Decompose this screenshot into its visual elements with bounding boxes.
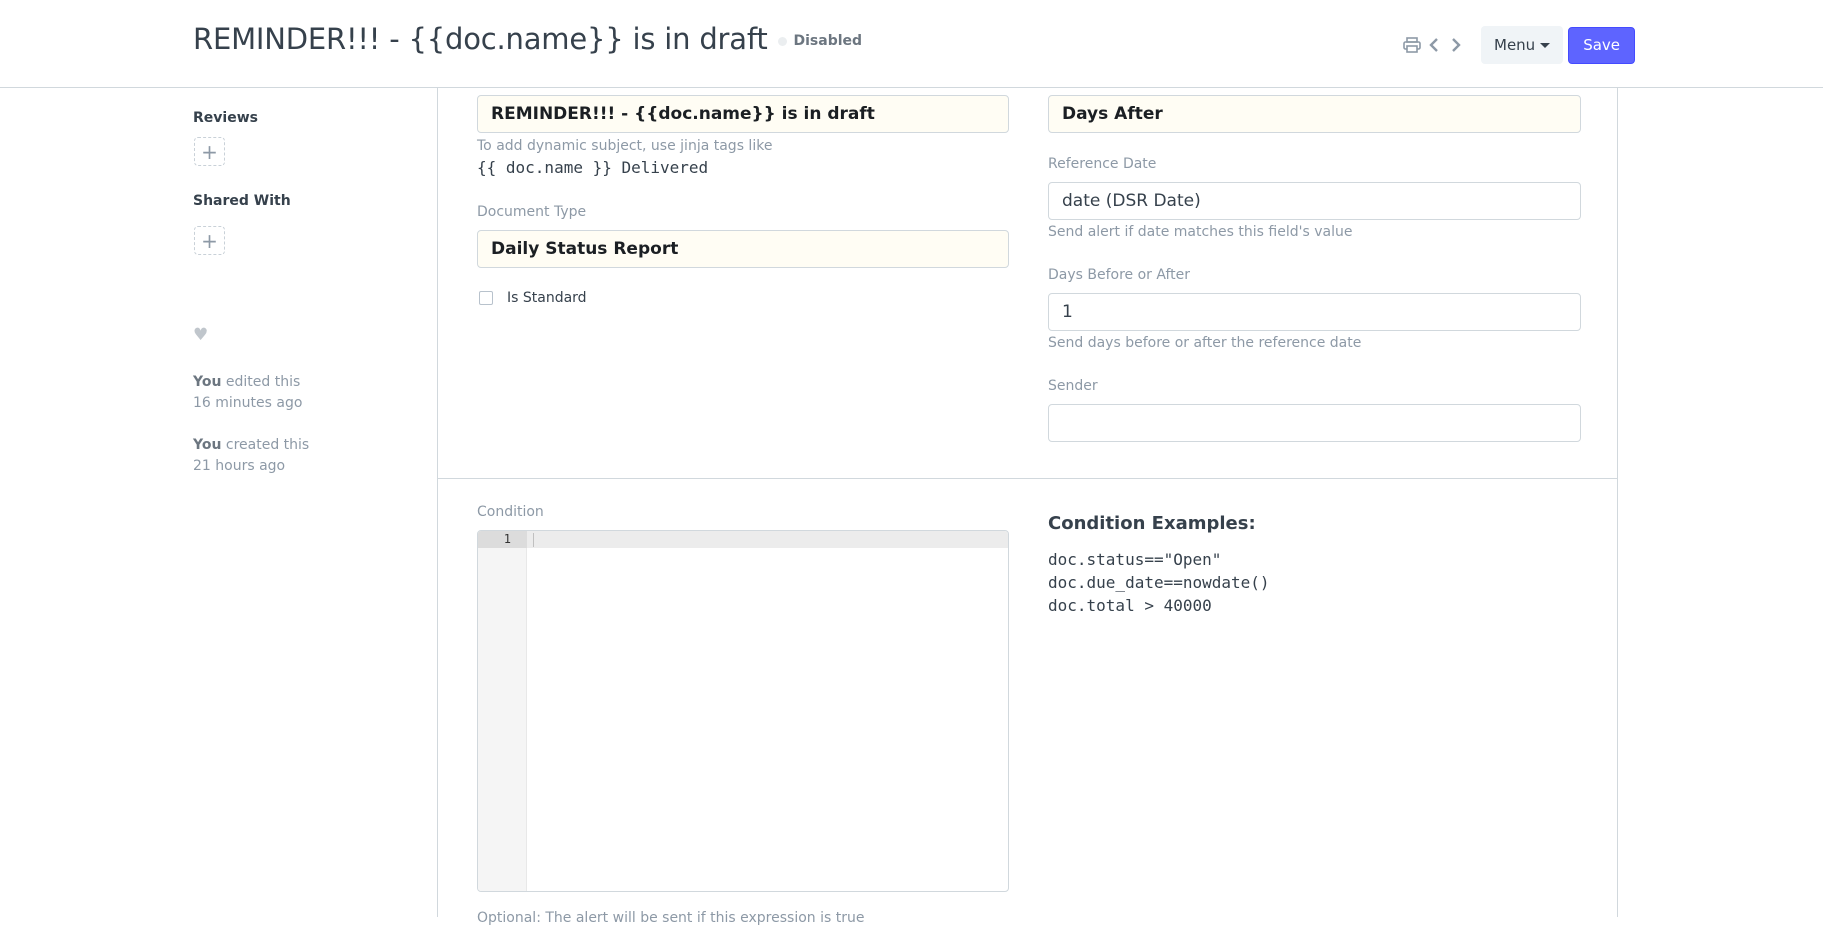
plus-icon: + xyxy=(201,139,218,164)
is-standard-field: Is Standard xyxy=(479,290,587,306)
condition-label: Condition xyxy=(477,504,544,520)
days-before-after-label: Days Before or After xyxy=(1048,267,1191,283)
timeline-item: You edited this 16 minutes ago xyxy=(193,372,393,414)
sender-label: Sender xyxy=(1048,378,1098,394)
page-title: REMINDER!!! - {{doc.name}} is in draft xyxy=(193,22,768,56)
timeline-actor: You xyxy=(193,374,222,390)
save-button[interactable]: Save xyxy=(1568,26,1636,64)
chevron-right-icon[interactable] xyxy=(1445,27,1467,63)
print-icon[interactable] xyxy=(1401,27,1423,63)
timeline-action: created this xyxy=(221,437,310,453)
header-actions: Menu Save xyxy=(1401,26,1636,64)
status-text: Disabled xyxy=(793,33,863,49)
is-standard-checkbox[interactable] xyxy=(479,291,493,305)
timeline-action: edited this xyxy=(221,374,301,390)
add-share-button[interactable]: + xyxy=(194,226,225,255)
subject-input[interactable]: REMINDER!!! - {{doc.name}} is in draft xyxy=(477,95,1009,133)
section-divider xyxy=(438,478,1617,479)
sender-input[interactable] xyxy=(1048,404,1581,442)
add-review-button[interactable]: + xyxy=(194,137,225,166)
example-line: doc.due_date==nowdate() xyxy=(1048,573,1270,592)
reference-date-help: Send alert if date matches this field's … xyxy=(1048,224,1353,240)
subject-example: {{ doc.name }} Delivered xyxy=(477,158,709,177)
editor-gutter xyxy=(478,531,527,891)
condition-code-editor[interactable]: 1 xyxy=(477,530,1009,892)
example-line: doc.total > 40000 xyxy=(1048,596,1212,615)
condition-examples-code: doc.status=="Open" doc.due_date==nowdate… xyxy=(1048,548,1270,617)
subject-help: To add dynamic subject, use jinja tags l… xyxy=(477,138,773,154)
status-dot xyxy=(777,36,787,46)
condition-examples-title: Condition Examples: xyxy=(1048,513,1256,534)
timeline-actor: You xyxy=(193,437,222,453)
page-header: REMINDER!!! - {{doc.name}} is in draft D… xyxy=(0,0,1823,88)
timeline-item: You created this 21 hours ago xyxy=(193,435,393,477)
line-number: 1 xyxy=(503,532,511,546)
reviews-label: Reviews xyxy=(193,110,258,126)
menu-button[interactable]: Menu xyxy=(1481,26,1564,64)
condition-help: Optional: The alert will be sent if this… xyxy=(477,910,865,926)
status-indicator: Disabled xyxy=(777,33,863,49)
editor-cursor xyxy=(533,533,534,547)
menu-button-label: Menu xyxy=(1494,36,1536,54)
title-area: REMINDER!!! - {{doc.name}} is in draft D… xyxy=(193,22,862,56)
save-button-label: Save xyxy=(1583,36,1621,54)
shared-with-label: Shared With xyxy=(193,193,291,209)
caret-down-icon xyxy=(1540,42,1551,48)
plus-icon: + xyxy=(201,228,218,253)
document-type-label: Document Type xyxy=(477,204,587,220)
heart-icon[interactable]: ♥ xyxy=(193,325,208,345)
is-standard-label: Is Standard xyxy=(507,290,587,306)
document-type-input[interactable]: Daily Status Report xyxy=(477,230,1009,268)
send-alert-on-select[interactable]: Days After xyxy=(1048,95,1581,133)
form-layout: REMINDER!!! - {{doc.name}} is in draft T… xyxy=(437,88,1618,926)
chevron-left-icon[interactable] xyxy=(1423,27,1445,63)
days-before-after-help: Send days before or after the reference … xyxy=(1048,335,1362,351)
reference-date-label: Reference Date xyxy=(1048,156,1157,172)
active-line-highlight xyxy=(478,531,1008,548)
days-before-after-input[interactable]: 1 xyxy=(1048,293,1581,331)
timeline-time: 16 minutes ago xyxy=(193,395,303,411)
reference-date-select[interactable]: date (DSR Date) xyxy=(1048,182,1581,220)
timeline-time: 21 hours ago xyxy=(193,458,286,474)
example-line: doc.status=="Open" xyxy=(1048,550,1222,569)
